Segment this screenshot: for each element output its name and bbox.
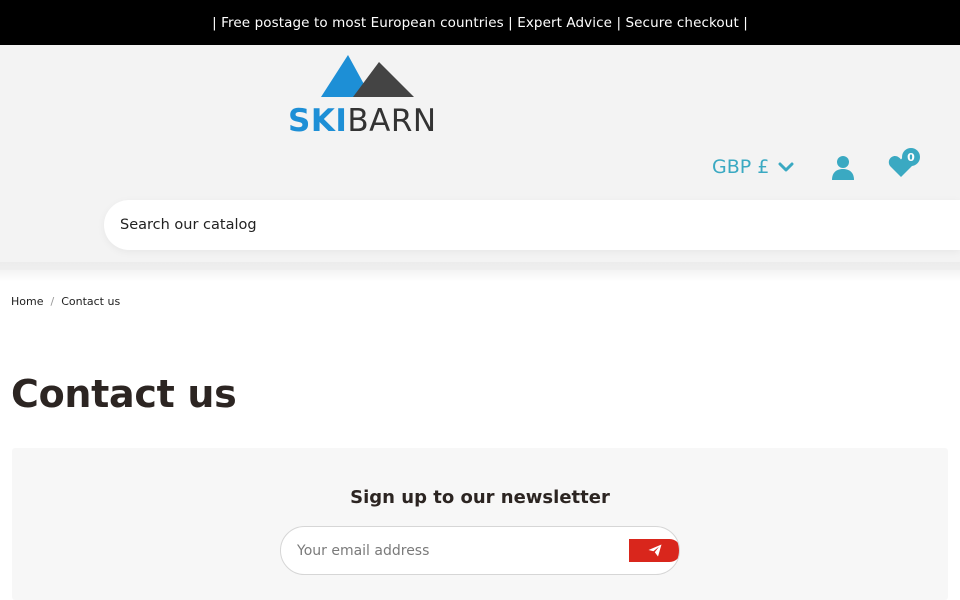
wishlist-button[interactable]: 0 bbox=[888, 148, 924, 180]
wishlist-count-badge: 0 bbox=[902, 148, 920, 166]
chevron-down-icon bbox=[778, 162, 794, 172]
user-icon[interactable] bbox=[831, 155, 855, 181]
brand-name-ski: SKI bbox=[288, 103, 348, 139]
currency-selector[interactable]: GBP £ bbox=[712, 154, 794, 180]
brand-name-barn: BARN bbox=[347, 103, 437, 139]
page-title: Contact us bbox=[11, 372, 237, 416]
newsletter-subscribe-button[interactable] bbox=[629, 539, 679, 562]
breadcrumb-current: Contact us bbox=[61, 295, 121, 308]
newsletter-section: Sign up to our newsletter bbox=[12, 448, 948, 600]
breadcrumb-separator: / bbox=[50, 295, 55, 308]
breadcrumb-home[interactable]: Home bbox=[11, 295, 43, 308]
search-bar bbox=[104, 200, 960, 250]
brand-logo-text[interactable]: SKIBARN bbox=[288, 103, 437, 139]
breadcrumb: Home / Contact us bbox=[11, 295, 120, 308]
send-icon bbox=[648, 544, 662, 557]
newsletter-email-input[interactable] bbox=[281, 527, 621, 574]
announcement-text: | Free postage to most European countrie… bbox=[212, 14, 748, 31]
search-input[interactable] bbox=[104, 200, 960, 250]
currency-label: GBP £ bbox=[712, 156, 770, 178]
newsletter-title: Sign up to our newsletter bbox=[350, 487, 610, 508]
header-shadow bbox=[0, 262, 960, 282]
newsletter-form bbox=[280, 526, 680, 575]
top-announcement-bar: | Free postage to most European countrie… bbox=[0, 0, 960, 45]
